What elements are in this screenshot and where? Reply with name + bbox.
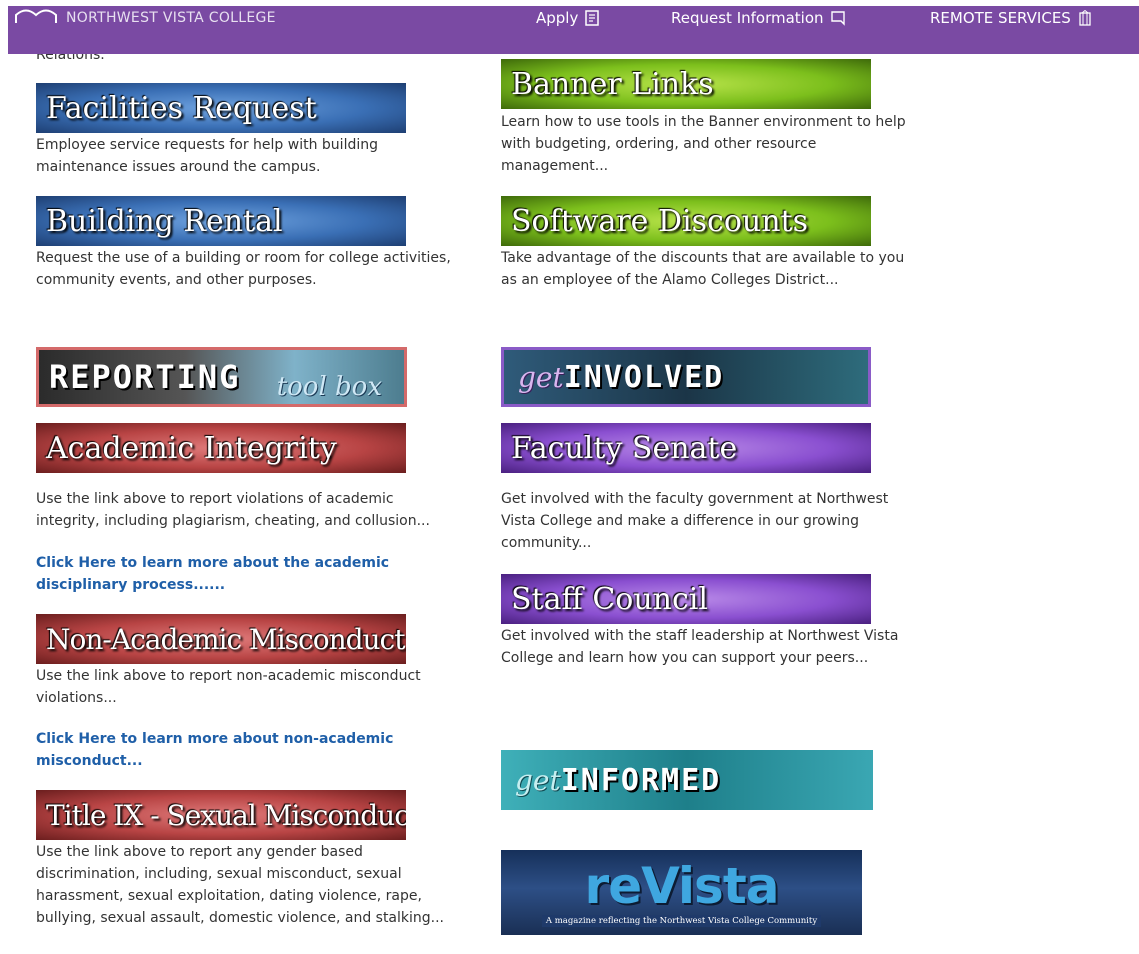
software-discounts-banner[interactable]: Software Discounts xyxy=(501,196,871,246)
software-discounts-description: Take advantage of the discounts that are… xyxy=(501,250,905,288)
page: Relations. Facilities Request Employee s… xyxy=(0,0,1139,954)
revista-magazine-banner[interactable]: reVista A magazine reflecting the Northw… xyxy=(501,850,862,935)
request-information-label: Request Information xyxy=(671,9,824,27)
involved-word: INVOLVED xyxy=(563,359,725,395)
toolbox-word: tool box xyxy=(276,372,382,402)
remote-services-label: REMOTE SERVICES xyxy=(930,9,1071,27)
informed-word: INFORMED xyxy=(560,762,722,798)
get-word: get xyxy=(515,763,561,797)
get-involved-banner[interactable]: get INVOLVED xyxy=(501,347,871,407)
request-information-link[interactable]: Request Information xyxy=(671,9,846,27)
college-name[interactable]: NORTHWEST VISTA COLLEGE xyxy=(66,10,276,26)
reporting-word: REPORTING xyxy=(49,358,241,396)
reporting-toolbox-banner[interactable]: REPORTING tool box xyxy=(36,347,407,407)
non-academic-misconduct-link[interactable]: Click Here to learn more about non-acade… xyxy=(36,728,436,772)
academic-disciplinary-link[interactable]: Click Here to learn more about the acade… xyxy=(36,552,436,596)
faculty-senate-banner[interactable]: Faculty Senate xyxy=(501,423,871,473)
get-word: get xyxy=(518,360,564,394)
bookmark-icon xyxy=(830,11,845,26)
title-ix-banner[interactable]: Title IX - Sexual Misconduct xyxy=(36,790,406,840)
academic-integrity-description: Use the link above to report violations … xyxy=(36,491,430,529)
get-informed-banner[interactable]: get INFORMED xyxy=(501,750,873,810)
building-rental-description: Request the use of a building or room fo… xyxy=(36,250,451,288)
facilities-request-banner[interactable]: Facilities Request xyxy=(36,83,406,133)
academic-integrity-banner[interactable]: Academic Integrity xyxy=(36,423,406,473)
college-logo-icon[interactable] xyxy=(14,6,58,24)
banner-links-description: Learn how to use tools in the Banner env… xyxy=(501,114,906,174)
faculty-senate-description: Get involved with the faculty government… xyxy=(501,491,889,551)
remote-services-link[interactable]: REMOTE SERVICES xyxy=(930,9,1093,27)
revista-tagline: A magazine reflecting the Northwest Vist… xyxy=(541,914,822,927)
top-navigation-bar: NORTHWEST VISTA COLLEGE Apply Request In… xyxy=(8,6,1139,54)
staff-council-banner[interactable]: Staff Council xyxy=(501,574,871,624)
form-icon xyxy=(585,10,600,26)
apply-label: Apply xyxy=(536,9,579,27)
non-academic-misconduct-banner[interactable]: Non-Academic Misconduct xyxy=(36,614,406,664)
non-academic-misconduct-description: Use the link above to report non-academi… xyxy=(36,668,421,706)
building-rental-banner[interactable]: Building Rental xyxy=(36,196,406,246)
staff-council-description: Get involved with the staff leadership a… xyxy=(501,628,899,666)
title-ix-description: Use the link above to report any gender … xyxy=(36,844,445,926)
apply-link[interactable]: Apply xyxy=(536,9,600,27)
facilities-request-description: Employee service requests for help with … xyxy=(36,137,378,175)
building-icon xyxy=(1079,10,1091,26)
banner-links-banner[interactable]: Banner Links xyxy=(501,59,871,109)
revista-title: reVista xyxy=(584,856,780,915)
